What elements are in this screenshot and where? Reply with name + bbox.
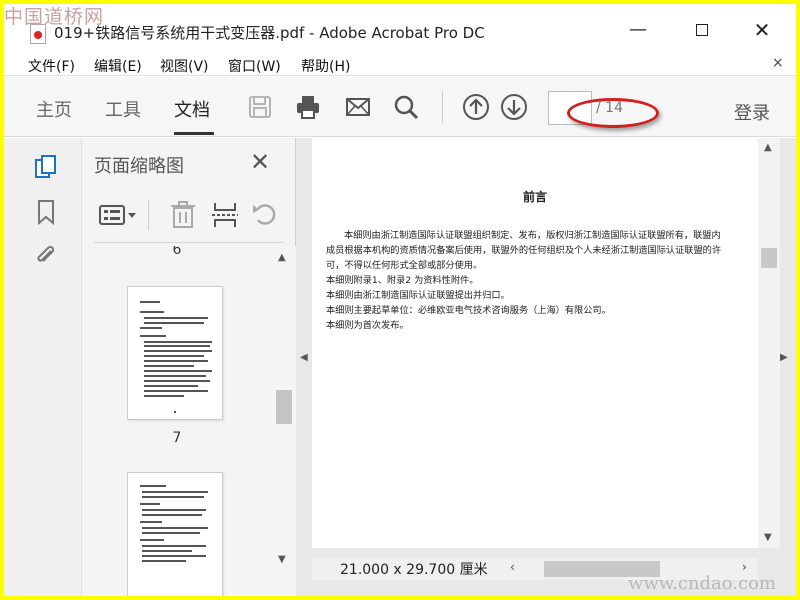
scroll-right-arrow[interactable]: › bbox=[742, 560, 747, 574]
watermark-url: www.cndao.com bbox=[628, 573, 776, 594]
maximize-icon bbox=[696, 24, 708, 36]
page-down-icon[interactable] bbox=[500, 93, 528, 121]
scroll-thumb[interactable] bbox=[761, 248, 777, 268]
thumbnail-list[interactable]: 6 7 bbox=[82, 246, 272, 596]
close-panel-button[interactable]: ✕ bbox=[248, 148, 272, 176]
panel-divider bbox=[94, 242, 284, 243]
acrobat-window: 019+铁路信号系统用干式变压器.pdf - Adobe Acrobat Pro… bbox=[4, 4, 796, 596]
thumbnail-page-8[interactable] bbox=[127, 472, 223, 596]
save-icon[interactable] bbox=[246, 93, 274, 121]
close-window-button[interactable]: ✕ bbox=[742, 18, 782, 42]
maximize-button[interactable] bbox=[682, 18, 722, 42]
watermark-logo: 中国道桥网 bbox=[4, 6, 105, 28]
document-page: 前言 本细则由浙江制造国际认证联盟组织制定、发布，版权归浙江制造国际认证联盟所有… bbox=[312, 138, 758, 548]
minimize-button[interactable]: — bbox=[618, 18, 658, 42]
print-icon[interactable] bbox=[294, 93, 322, 121]
page-size: 21.000 x 29.700 厘米 bbox=[340, 562, 488, 578]
annotation-ellipse bbox=[567, 98, 659, 128]
tab-document[interactable]: 文档 bbox=[174, 96, 210, 122]
thumbnail-page-7[interactable] bbox=[127, 286, 223, 420]
document-area: ◀ 前言 本细则由浙江制造国际认证联盟组织制定、发布，版权归浙江制造国际认证联盟… bbox=[296, 138, 796, 596]
doc-paragraph: 成员根据本机构的资质情况备案后使用，联盟外的任何组织及个人未经浙江制造国际认证联… bbox=[326, 245, 722, 256]
doc-paragraph: 可，不得以任何形式全部或部分使用。 bbox=[326, 260, 483, 271]
scroll-left-arrow[interactable]: ‹ bbox=[510, 560, 515, 574]
login-link[interactable]: 登录 bbox=[734, 99, 770, 125]
thumbnails-panel: 页面缩略图 ✕ 6 7 ▲ ▼ bbox=[82, 138, 296, 596]
next-page-arrow[interactable]: ▶ bbox=[780, 352, 788, 363]
document-vertical-scrollbar[interactable]: ▲ ▼ bbox=[758, 138, 780, 548]
rotate-icon[interactable] bbox=[250, 200, 280, 230]
menu-help[interactable]: 帮助(H) bbox=[301, 56, 350, 76]
scroll-up-arrow[interactable]: ▲ bbox=[278, 252, 286, 263]
active-tab-indicator bbox=[174, 132, 214, 135]
menu-file[interactable]: 文件(F) bbox=[28, 56, 75, 76]
doc-paragraph: 本细则附录1、附录2 为资料性附件。 bbox=[326, 275, 479, 286]
bookmark-icon[interactable] bbox=[32, 198, 60, 226]
left-rail bbox=[4, 138, 82, 596]
attachment-icon[interactable] bbox=[32, 242, 60, 270]
window-title: 019+铁路信号系统用干式变压器.pdf - Adobe Acrobat Pro… bbox=[54, 24, 485, 42]
tab-home[interactable]: 主页 bbox=[36, 96, 72, 122]
scroll-down-arrow[interactable]: ▼ bbox=[278, 554, 286, 565]
main-toolbar: 主页 工具 文档 / 14 登录 bbox=[4, 77, 796, 137]
thumbnails-icon[interactable] bbox=[32, 154, 60, 182]
page-up-icon[interactable] bbox=[462, 93, 490, 121]
thumbnail-scrollbar[interactable]: ▲ ▼ bbox=[272, 246, 296, 596]
scroll-thumb[interactable] bbox=[276, 390, 292, 424]
doc-paragraph: 本细则由浙江制造国际认证联盟提出并归口。 bbox=[326, 290, 510, 301]
scroll-down-arrow[interactable]: ▼ bbox=[764, 532, 772, 543]
tab-tools[interactable]: 工具 bbox=[105, 96, 141, 122]
search-icon[interactable] bbox=[392, 93, 420, 121]
panel-toolbar bbox=[82, 194, 296, 240]
menu-edit[interactable]: 编辑(E) bbox=[94, 56, 142, 76]
insert-page-icon[interactable] bbox=[210, 200, 240, 230]
toolbar-separator bbox=[442, 91, 443, 123]
panel-toolbar-separator bbox=[148, 200, 149, 230]
doc-paragraph: 本细则为首次发布。 bbox=[326, 320, 409, 331]
scroll-up-arrow[interactable]: ▲ bbox=[764, 142, 772, 153]
doc-paragraph: 本细则主要起草单位：必维欧亚电气技术咨询服务（上海）有限公司。 bbox=[326, 305, 611, 316]
title-bar: 019+铁路信号系统用干式变压器.pdf - Adobe Acrobat Pro… bbox=[4, 4, 796, 50]
trash-icon[interactable] bbox=[168, 200, 198, 230]
thumbnail-label-prev: 6 bbox=[172, 246, 182, 258]
doc-paragraph: 本细则由浙江制造国际认证联盟组织制定、发布，版权归浙江制造国际认证联盟所有，联盟… bbox=[344, 230, 721, 241]
doc-heading: 前言 bbox=[522, 190, 547, 204]
panel-title: 页面缩略图 bbox=[94, 156, 184, 177]
close-document-button[interactable]: × bbox=[772, 55, 784, 71]
email-icon[interactable] bbox=[344, 93, 372, 121]
menu-bar: 文件(F) 编辑(E) 视图(V) 窗口(W) 帮助(H) × bbox=[4, 52, 796, 76]
thumbnail-label-current: 7 bbox=[172, 430, 182, 446]
menu-view[interactable]: 视图(V) bbox=[160, 56, 209, 76]
previous-page-arrow[interactable]: ◀ bbox=[300, 352, 308, 363]
menu-window[interactable]: 窗口(W) bbox=[228, 56, 281, 76]
options-icon[interactable] bbox=[98, 200, 138, 230]
